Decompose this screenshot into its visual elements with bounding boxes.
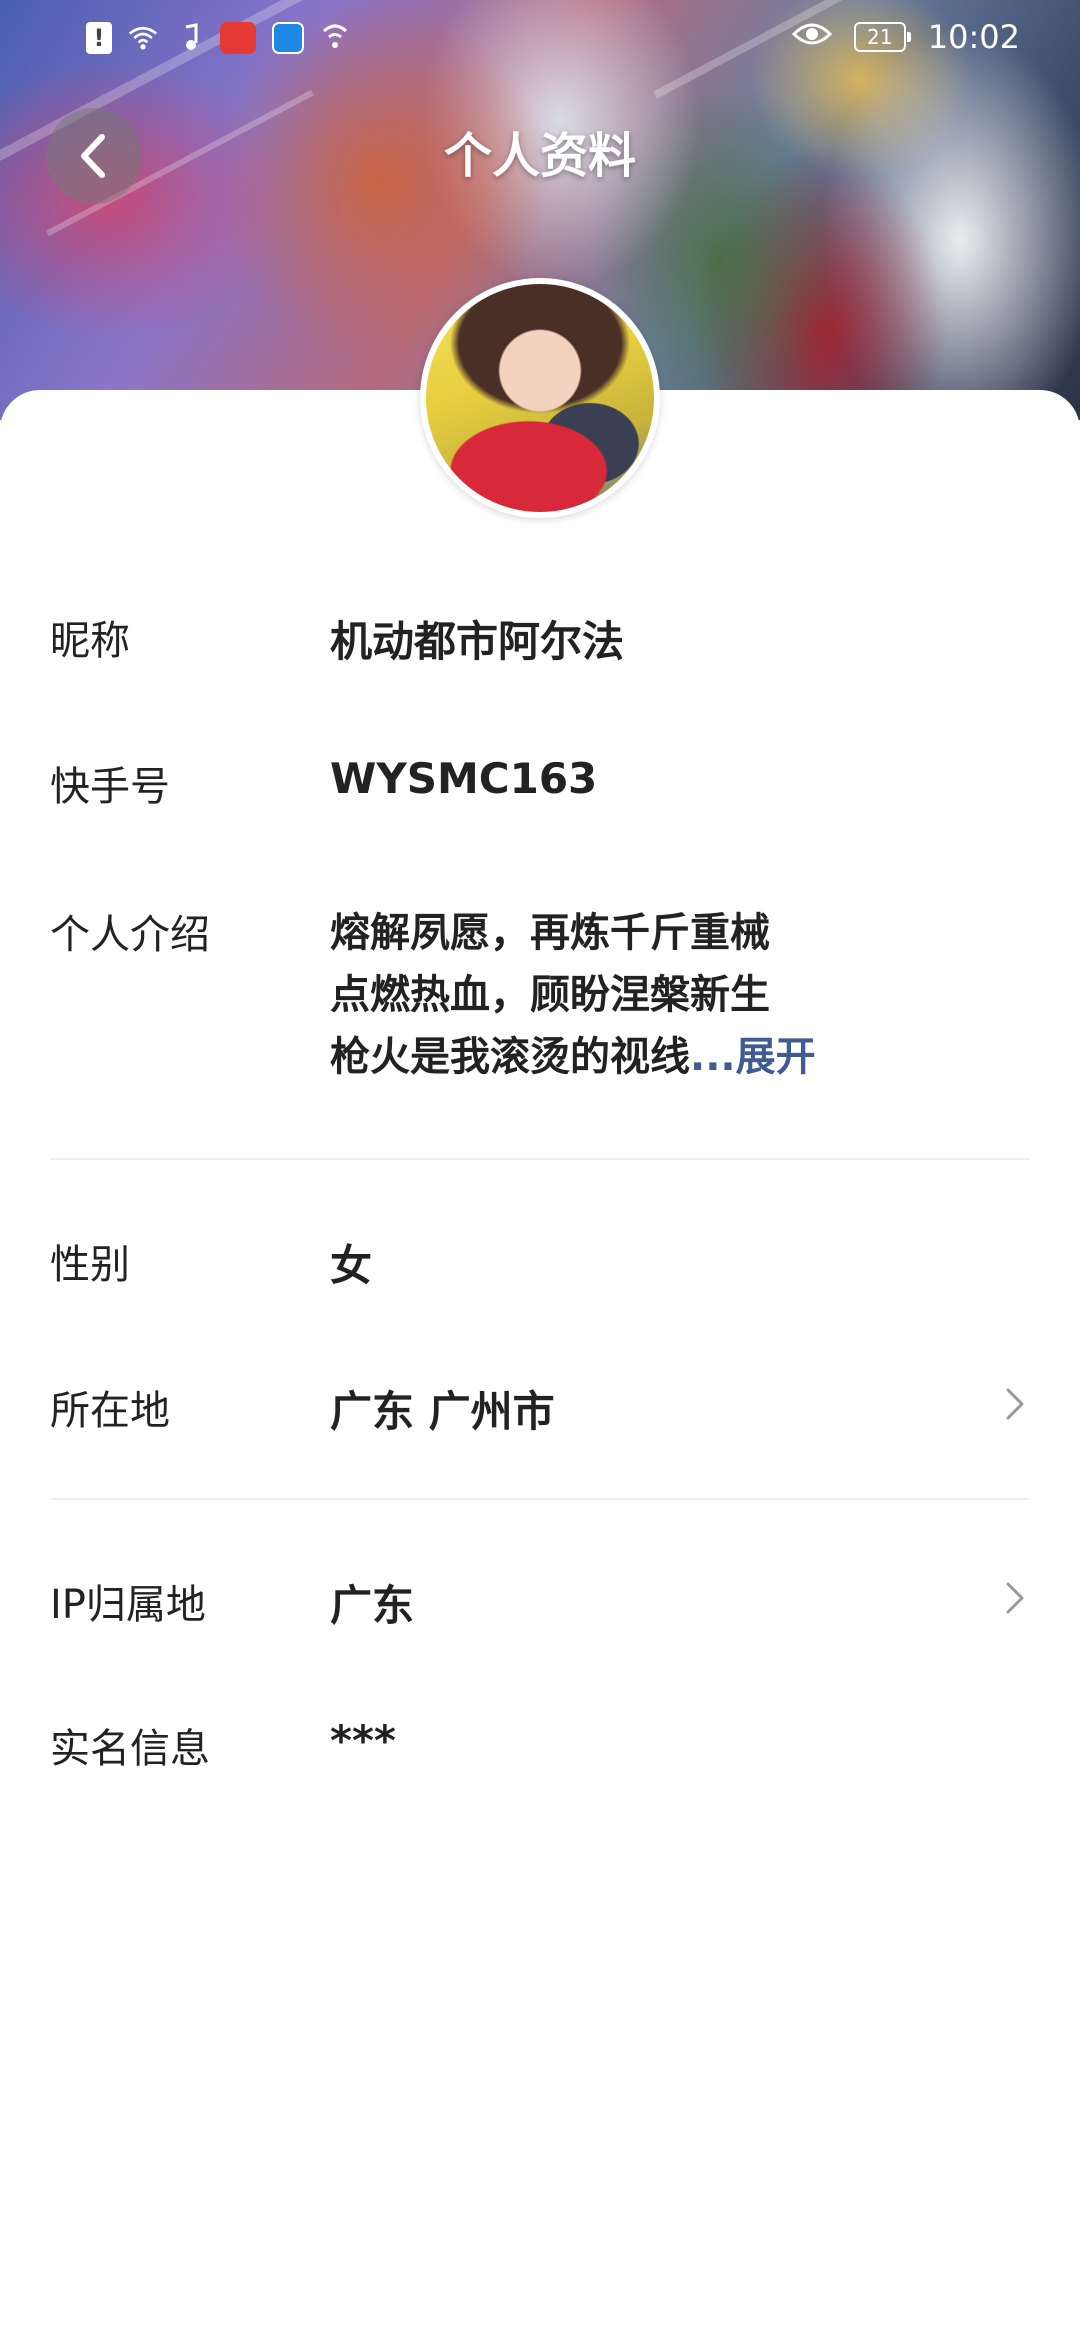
- chevron-right-icon: [1006, 1388, 1024, 1420]
- bio-label: 个人介绍: [50, 912, 210, 958]
- realname-label: 实名信息: [50, 1726, 210, 1772]
- bio-line-2: 点燃热血，顾盼涅槃新生: [330, 972, 770, 1018]
- nickname-value: 机动都市阿尔法: [330, 617, 625, 666]
- status-time: 10:02: [927, 18, 1020, 56]
- chevron-right-icon: [1006, 1582, 1024, 1614]
- battery-level: 21: [867, 25, 893, 49]
- nickname-label: 昵称: [50, 618, 130, 664]
- bio-line-1: 熔解夙愿，再炼千斤重械: [330, 910, 770, 956]
- divider: [50, 1158, 1030, 1160]
- gender-value: 女: [330, 1241, 373, 1290]
- huawei-app-icon: [220, 22, 256, 54]
- page-title: 个人资料: [443, 128, 636, 184]
- bio-line-3-text: 枪火是我滚烫的视线: [330, 1034, 690, 1080]
- bio-text: 熔解夙愿，再炼千斤重械 点燃热血，顾盼涅槃新生 枪火是我滚烫的视线...展开: [330, 902, 816, 1088]
- browser-icon: [272, 22, 304, 54]
- battery-icon: 21: [853, 22, 911, 52]
- alert-icon: !: [86, 22, 112, 54]
- ip-location-label: IP归属地: [50, 1582, 206, 1628]
- status-right: 21 10:02: [791, 18, 1020, 56]
- divider: [50, 1498, 1030, 1500]
- profile-card: [0, 390, 1080, 2340]
- avatar[interactable]: [420, 278, 660, 518]
- bio-line-3: 枪火是我滚烫的视线...展开: [330, 1026, 816, 1088]
- kuaishou-id-label: 快手号: [50, 764, 170, 810]
- location-value: 广东 广州市: [330, 1387, 555, 1436]
- status-left-icons: !: [86, 22, 350, 54]
- bio-expand-link[interactable]: 展开: [736, 1034, 816, 1080]
- realname-value: ***: [330, 1716, 396, 1765]
- gender-label: 性别: [50, 1242, 130, 1288]
- signal-icon: [320, 23, 350, 53]
- eye-icon: [791, 18, 832, 56]
- ip-location-value: 广东: [330, 1581, 415, 1630]
- location-label: 所在地: [50, 1388, 170, 1434]
- kuaishou-id-value: WYSMC163: [330, 754, 598, 803]
- status-bar: ! 21 10:02: [0, 0, 1080, 80]
- bio-ellipsis: ...: [690, 1034, 736, 1080]
- wifi-icon: [128, 23, 158, 53]
- music-icon: [174, 23, 204, 53]
